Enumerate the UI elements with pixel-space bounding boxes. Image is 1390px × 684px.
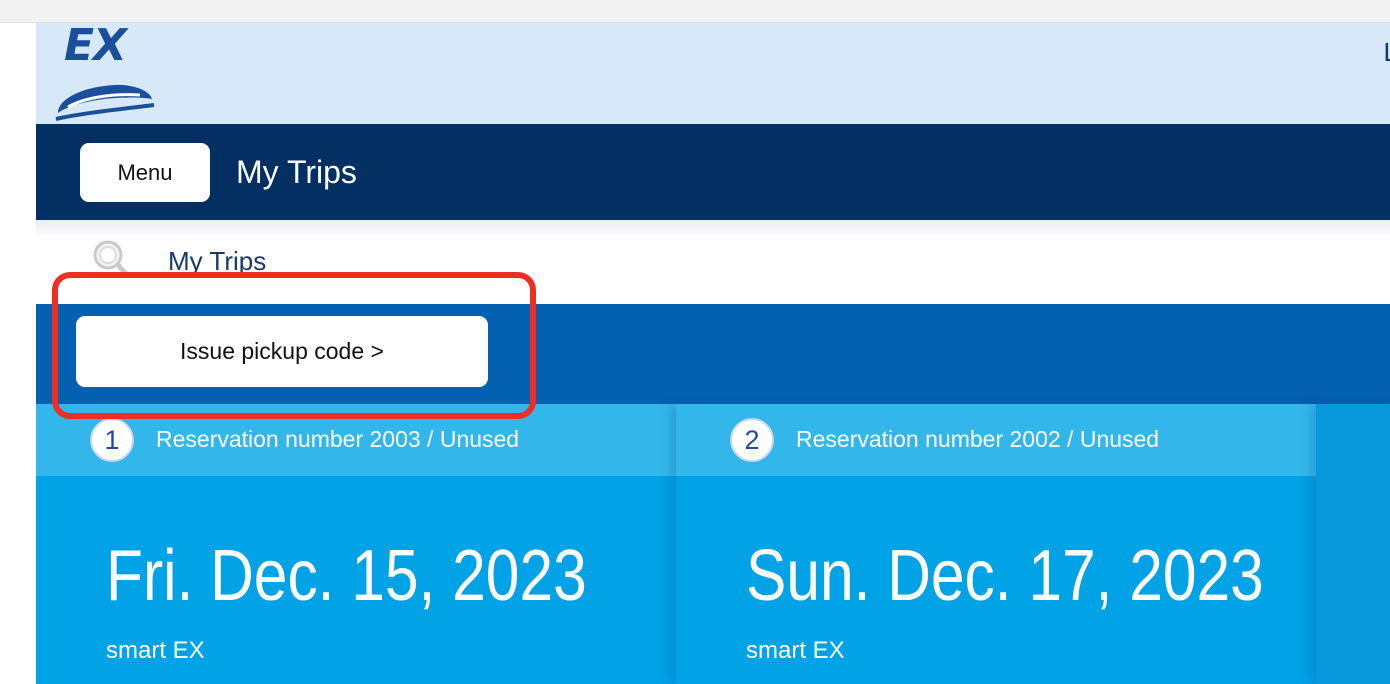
reservation-index-badge: 1 <box>90 418 134 462</box>
reservation-card[interactable]: 1 Reservation number 2003 / Unused Fri. … <box>36 404 676 684</box>
reservation-service: smart EX <box>106 637 205 664</box>
reservation-card-header: 1 Reservation number 2003 / Unused <box>36 404 676 476</box>
breadcrumb: My Trips <box>36 220 1390 304</box>
reservation-number: Reservation number 2002 / Unused <box>796 426 1160 452</box>
reservation-list: 1 Reservation number 2003 / Unused Fri. … <box>36 404 1390 684</box>
logo-text: EX <box>64 23 127 71</box>
header-right-link[interactable]: L <box>1384 37 1390 68</box>
menu-button[interactable]: Menu <box>80 143 210 202</box>
page: EX L Menu My Trips My Trips Issue pickup… <box>36 23 1390 684</box>
browser-toolbar <box>0 0 1390 23</box>
reservation-number: Reservation number 2003 / Unused <box>156 426 520 452</box>
ex-logo[interactable]: EX <box>52 23 156 123</box>
nav-bar: Menu My Trips <box>36 124 1390 220</box>
site-header: EX L <box>36 23 1390 124</box>
reservation-index-badge: 2 <box>730 418 774 462</box>
reservation-service: smart EX <box>746 637 845 664</box>
reservation-card-header: 2 Reservation number 2002 / Unused <box>676 404 1316 476</box>
reservation-date: Sun. Dec. 17, 2023 <box>746 536 1264 616</box>
search-icon <box>93 240 129 277</box>
reservation-date: Fri. Dec. 15, 2023 <box>106 536 587 616</box>
action-bar: Issue pickup code > <box>36 304 1390 404</box>
issue-pickup-code-button[interactable]: Issue pickup code > <box>76 316 488 387</box>
train-logo-icon <box>55 84 155 121</box>
reservation-card-next-peek[interactable] <box>1316 404 1390 684</box>
page-title: My Trips <box>236 154 357 190</box>
breadcrumb-item-my-trips[interactable]: My Trips <box>168 246 266 277</box>
reservation-card[interactable]: 2 Reservation number 2002 / Unused Sun. … <box>676 404 1316 684</box>
